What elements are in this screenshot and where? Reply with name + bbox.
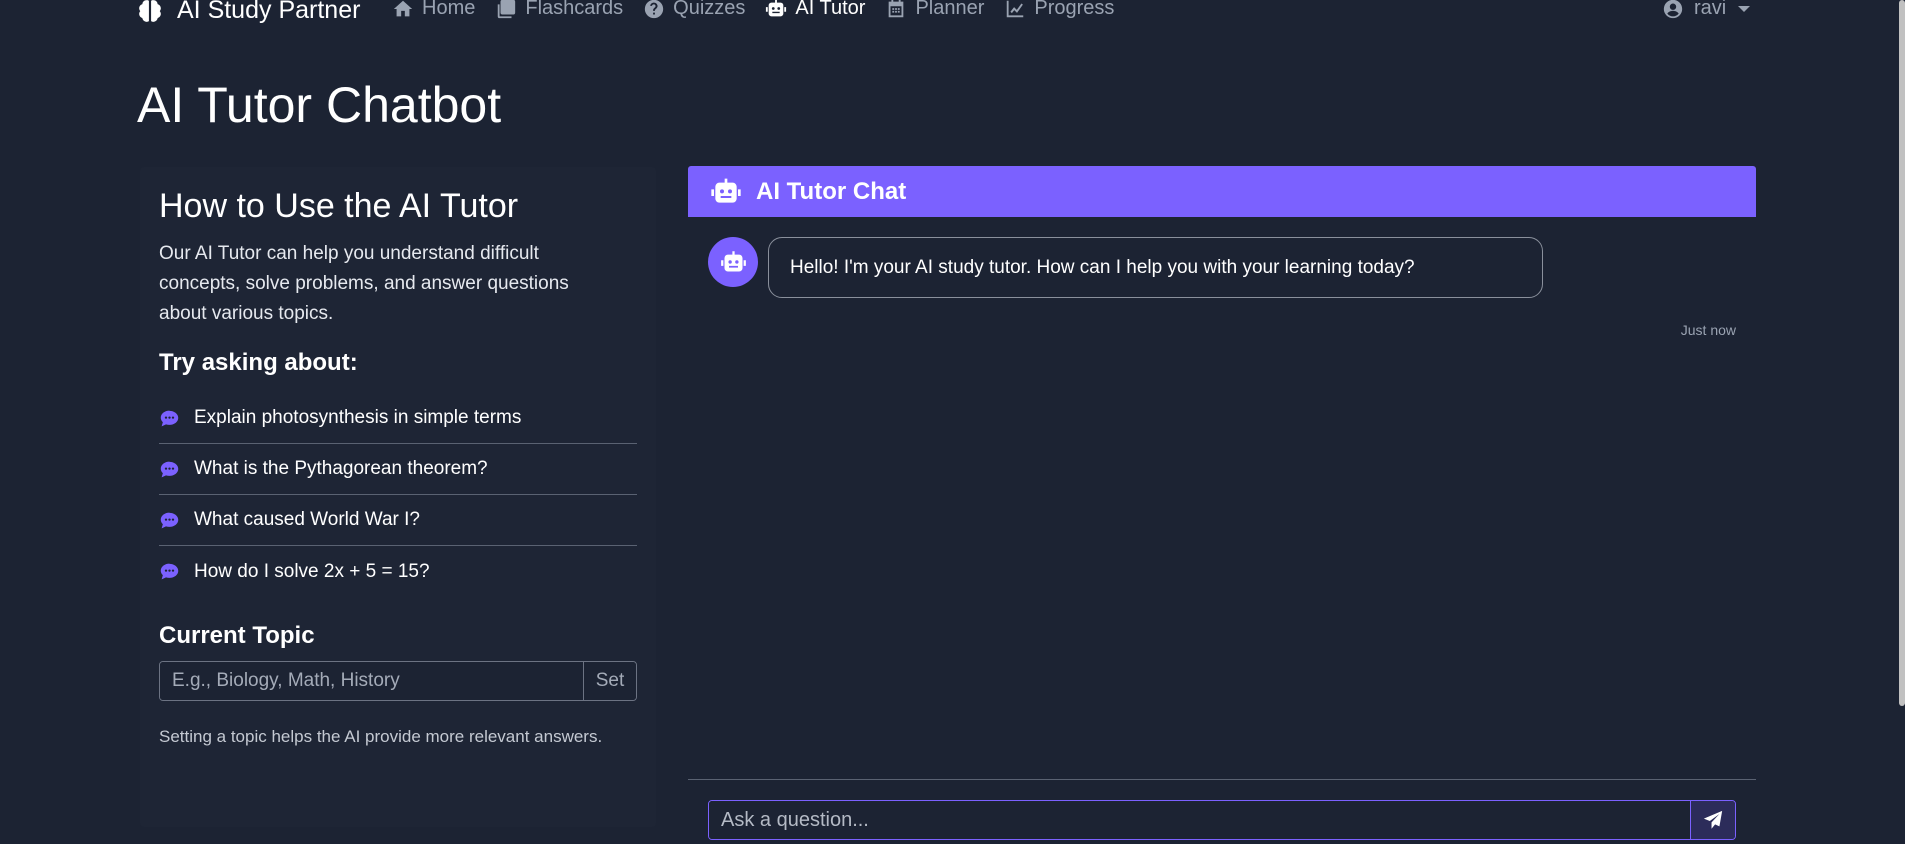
suggestion-text: Explain photosynthesis in simple terms [194,407,522,428]
topic-heading: Current Topic [159,622,315,649]
robot-icon [720,250,746,271]
chat-card: AI Tutor Chat Hello! I'm your AI study t… [688,166,1756,844]
chevron-down-icon [1738,5,1751,12]
page-scrollbar[interactable] [1899,0,1905,706]
robot-icon [711,178,741,203]
calendar-icon [889,0,904,17]
chat-title: AI Tutor Chat [756,177,907,205]
help-heading: How to Use the AI Tutor [159,187,519,225]
suggestion-item[interactable]: Explain photosynthesis in simple terms [159,393,637,444]
bot-message: Hello! I'm your AI study tutor. How can … [768,237,1543,298]
page-title: AI Tutor Chatbot [137,77,502,133]
suggestion-text: What is the Pythagorean theorem? [194,458,488,479]
nav-link-label: Quizzes [673,0,746,19]
top-navbar: AI Study Partner Home Flashcards Quizzes… [0,0,1905,26]
user-menu[interactable]: ravi [1662,0,1751,20]
brain-icon [139,0,161,22]
bot-avatar [708,237,758,287]
nav-links: Home Flashcards Quizzes AI Tutor Planner… [392,0,1134,20]
topic-input-group: Set [159,661,637,701]
chat-divider [688,779,1756,780]
nav-link-label: Progress [1034,0,1115,19]
help-card: How to Use the AI Tutor Our AI Tutor can… [140,167,656,827]
topic-help-text: Setting a topic helps the AI provide mor… [159,727,603,746]
chat-header: AI Tutor Chat [688,166,1756,217]
comment-dots-icon [160,461,179,477]
try-heading: Try asking about: [159,349,358,376]
nav-link-progress[interactable]: Progress [1004,0,1114,20]
nav-link-ai-tutor[interactable]: AI Tutor [765,0,865,20]
paper-plane-icon [1703,810,1723,829]
comment-dots-icon [160,563,179,580]
send-button[interactable] [1690,801,1735,839]
nav-link-flashcards[interactable]: Flashcards [495,0,623,20]
chart-line-icon [1007,0,1024,17]
set-topic-button[interactable]: Set [583,662,636,700]
user-circle-icon [1663,0,1683,18]
message-timestamp: Just now [1680,322,1736,338]
ask-input-group [708,800,1736,840]
app-page: AI Study Partner Home Flashcards Quizzes… [0,0,1905,844]
nav-link-label: Flashcards [525,0,624,19]
suggestion-text: How do I solve 2x + 5 = 15? [194,560,430,582]
help-intro: Our AI Tutor can help you understand dif… [159,243,569,324]
suggestion-text: What caused World War I? [194,509,420,530]
suggestion-item[interactable]: What is the Pythagorean theorem? [159,444,637,495]
flashcards-icon [498,0,516,18]
nav-link-planner[interactable]: Planner [885,0,984,20]
nav-link-label: AI Tutor [795,0,866,19]
comment-dots-icon [160,410,179,426]
ask-input[interactable] [709,801,1690,839]
user-name: ravi [1694,0,1727,19]
robot-icon [766,0,787,16]
topic-input[interactable] [160,662,583,700]
nav-link-quizzes[interactable]: Quizzes [643,0,745,20]
brand-name: AI Study Partner [177,0,361,24]
suggestion-item[interactable]: How do I solve 2x + 5 = 15? [159,546,637,597]
suggestion-list: Explain photosynthesis in simple terms W… [159,393,637,597]
home-icon [393,0,413,16]
comment-dots-icon [160,512,179,528]
suggestion-item[interactable]: What caused World War I? [159,495,637,546]
nav-link-label: Planner [915,0,985,19]
nav-link-label: Home [422,0,476,19]
question-circle-icon [645,0,664,18]
nav-link-home[interactable]: Home [392,0,475,20]
brand-link[interactable]: AI Study Partner [137,0,360,25]
